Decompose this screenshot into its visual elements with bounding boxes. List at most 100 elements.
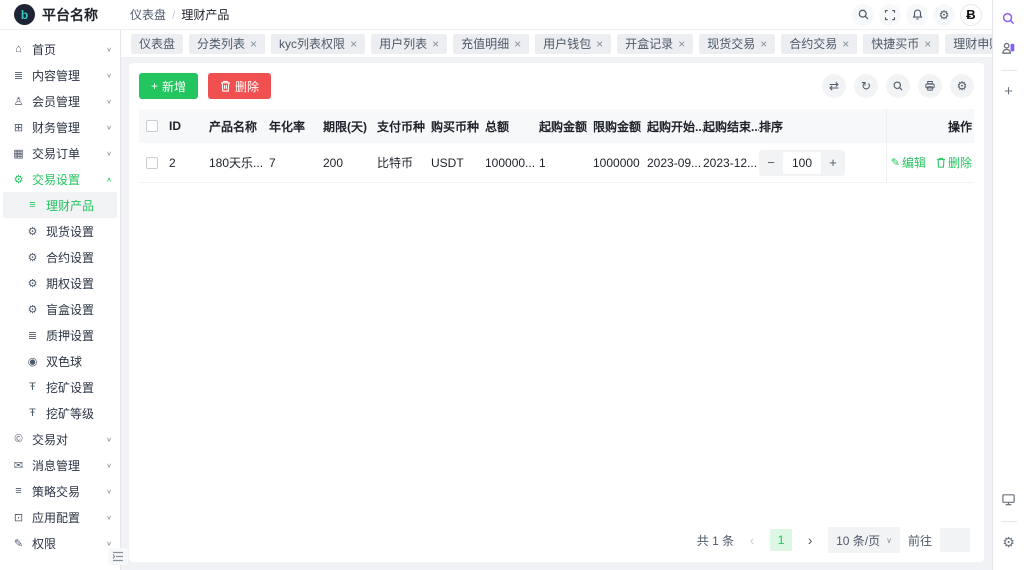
tab-item[interactable]: kyc列表权限× (271, 34, 365, 54)
close-icon[interactable]: × (514, 38, 521, 50)
sidebar-item-members[interactable]: ♙ 会员管理 ∨ (0, 88, 120, 114)
message-icon: ✉ (12, 459, 25, 472)
settings-icon[interactable]: ⚙ (933, 4, 955, 26)
sidebar-item-messages[interactable]: ✉ 消息管理 ∨ (0, 452, 120, 478)
column-header-name: 产品名称 (209, 118, 269, 135)
screenshot-icon[interactable] (999, 489, 1019, 509)
avatar[interactable]: Ƀ (960, 4, 982, 26)
chevron-down-icon: ∨ (106, 45, 112, 52)
settings-icon[interactable]: ⚙ (999, 532, 1019, 552)
breadcrumb-root[interactable]: 仪表盘 (130, 6, 166, 23)
tab-item[interactable]: 用户列表× (371, 34, 447, 54)
brand[interactable]: b 平台名称 (0, 4, 122, 25)
cell-days: 200 (323, 156, 377, 170)
column-header-actions: 操作 (886, 109, 974, 143)
spot-settings-icon: ⚙ (26, 225, 39, 238)
chevron-down-icon: ∨ (106, 71, 112, 78)
cell-pay-currency: 比特币 (377, 154, 431, 171)
print-icon[interactable] (918, 74, 942, 98)
staking-settings-icon: ≣ (26, 329, 39, 342)
tab-item[interactable]: 快捷买币× (863, 34, 939, 54)
cell-total: 100000... (485, 156, 539, 170)
row-checkbox[interactable] (146, 157, 158, 169)
pagination: 共 1 条 ‹ 1 › 10 条/页 ∨ 前往 (697, 527, 970, 553)
chevron-down-icon: ∨ (106, 487, 112, 494)
sidebar-item-wealth-products[interactable]: ≡ 理财产品 (3, 192, 117, 218)
platform-logo-icon: b (14, 4, 35, 25)
home-icon: ⌂ (12, 43, 25, 55)
close-icon[interactable]: × (350, 38, 357, 50)
sidebar-item-mining-levels[interactable]: Ŧ 挖矿等级 (0, 400, 120, 426)
stepper-value[interactable]: 100 (783, 152, 821, 174)
search-icon[interactable] (999, 8, 1019, 28)
close-icon[interactable]: × (250, 38, 257, 50)
search-icon[interactable] (852, 4, 874, 26)
assistant-icon[interactable] (999, 38, 1019, 58)
refresh-icon[interactable]: ↻ (854, 74, 878, 98)
sidebar-item-staking-settings[interactable]: ≣ 质押设置 (0, 322, 120, 348)
divider (1001, 521, 1017, 522)
column-header-sort: 排序 (759, 118, 886, 135)
column-header-total: 总额 (485, 118, 539, 135)
cell-rate: 7 (269, 156, 323, 170)
sidebar-item-trading-pairs[interactable]: © 交易对 ∨ (0, 426, 120, 452)
next-page-button[interactable]: › (800, 532, 820, 548)
collapse-sidebar-icon[interactable] (108, 548, 128, 565)
chevron-down-icon: ∨ (106, 539, 112, 546)
search-icon[interactable] (886, 74, 910, 98)
sidebar-item-finance[interactable]: ⊞ 财务管理 ∨ (0, 114, 120, 140)
page-size-select[interactable]: 10 条/页 ∨ (828, 527, 900, 553)
tab-item[interactable]: 开盒记录× (617, 34, 693, 54)
sidebar-item-mining-settings[interactable]: Ŧ 挖矿设置 (0, 374, 120, 400)
column-header-min-amount: 起购金额 (539, 118, 593, 135)
notification-icon[interactable] (906, 4, 928, 26)
tab-item[interactable]: 仪表盘 (131, 34, 183, 54)
select-all-checkbox[interactable] (146, 120, 158, 132)
column-header-limit-amount: 限购金额 (593, 118, 647, 135)
sidebar-item-home[interactable]: ⌂ 首页 ∨ (0, 36, 120, 62)
content-card: + 新增 删除 ⇄ ↻ (129, 63, 984, 562)
page-number-button[interactable]: 1 (770, 529, 792, 551)
tab-item[interactable]: 合约交易× (781, 34, 857, 54)
fullscreen-icon[interactable] (879, 4, 901, 26)
tab-item[interactable]: 现货交易× (699, 34, 775, 54)
sidebar-item-content-mgmt[interactable]: ≣ 内容管理 ∨ (0, 62, 120, 88)
column-settings-icon[interactable]: ⚙ (950, 74, 974, 98)
sort-stepper: − 100 + (759, 150, 845, 176)
sidebar-item-lottery[interactable]: ◉ 双色球 (0, 348, 120, 374)
sidebar-item-options-settings[interactable]: ⚙ 期权设置 (0, 270, 120, 296)
tab-item[interactable]: 用户钱包× (535, 34, 611, 54)
delete-button[interactable]: 删除 (208, 73, 271, 99)
sidebar-item-contract-settings[interactable]: ⚙ 合约设置 (0, 244, 120, 270)
sidebar-item-trade-orders[interactable]: ▦ 交易订单 ∨ (0, 140, 120, 166)
swap-icon[interactable]: ⇄ (822, 74, 846, 98)
contract-settings-icon: ⚙ (26, 251, 39, 264)
column-header-id: ID (169, 119, 209, 133)
tab-item[interactable]: 充值明细× (453, 34, 529, 54)
stepper-plus-button[interactable]: + (821, 155, 845, 170)
goto-page-input[interactable] (940, 528, 970, 552)
add-icon[interactable]: + (999, 81, 1019, 101)
cell-end: 2023-12... (703, 156, 759, 170)
sidebar-item-spot-settings[interactable]: ⚙ 现货设置 (0, 218, 120, 244)
close-icon[interactable]: × (842, 38, 849, 50)
tab-item[interactable]: 分类列表× (189, 34, 265, 54)
close-icon[interactable]: × (432, 38, 439, 50)
sidebar-item-trade-settings[interactable]: ⚙ 交易设置 ∧ (0, 166, 120, 192)
close-icon[interactable]: × (596, 38, 603, 50)
delete-row-button[interactable]: 删除 (936, 154, 972, 171)
close-icon[interactable]: × (760, 38, 767, 50)
stepper-minus-button[interactable]: − (759, 155, 783, 170)
prev-page-button[interactable]: ‹ (742, 532, 762, 548)
sidebar-item-permissions[interactable]: ✎ 权限 ∨ (0, 530, 120, 556)
sidebar-nav: ⌂ 首页 ∨ ≣ 内容管理 ∨ ♙ 会员管理 ∨ ⊞ 财务管理 ∨ ▦ 交易订单… (0, 30, 121, 570)
sidebar-item-blindbox-settings[interactable]: ⚙ 盲盒设置 (0, 296, 120, 322)
add-button[interactable]: + 新增 (139, 73, 198, 99)
sidebar-item-strategy-trading[interactable]: ≡ 策略交易 ∨ (0, 478, 120, 504)
close-icon[interactable]: × (924, 38, 931, 50)
close-icon[interactable]: × (678, 38, 685, 50)
mining-settings-icon: Ŧ (26, 381, 39, 393)
sidebar-item-app-config[interactable]: ⊡ 应用配置 ∨ (0, 504, 120, 530)
edit-row-button[interactable]: ✎ 编辑 (891, 154, 926, 171)
card-toolbar: + 新增 删除 ⇄ ↻ (139, 73, 974, 99)
